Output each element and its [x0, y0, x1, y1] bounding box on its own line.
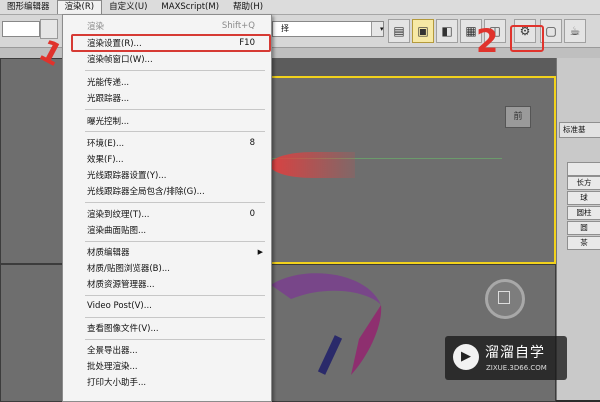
- render-setup-icon-highlight: [510, 25, 544, 52]
- viewport-perspective[interactable]: [270, 264, 556, 402]
- menu-item-material-explorer[interactable]: 材质资源管理器...: [63, 277, 269, 291]
- step-2-annotation: 2: [476, 22, 499, 60]
- menu-separator: [85, 202, 265, 203]
- toolbar-icon-c[interactable]: ◧: [436, 19, 458, 43]
- command-button-circle[interactable]: 圆: [567, 221, 600, 235]
- teapot-icon[interactable]: ☕: [564, 19, 586, 43]
- command-button-1[interactable]: [567, 162, 600, 176]
- menu-item-render-to-texture[interactable]: 渲染到纹理(T)... 0: [63, 207, 269, 221]
- menu-rendering[interactable]: 渲染(R): [56, 0, 103, 14]
- menu-help[interactable]: 帮助(H): [226, 0, 270, 14]
- menu-bar: 图形编辑器 渲染(R) 自定义(U) MAXScript(M) 帮助(H): [0, 0, 600, 15]
- menu-item-view-image-file[interactable]: 查看图像文件(V)...: [63, 321, 269, 335]
- render-setup-highlight: [71, 34, 271, 52]
- viewcube[interactable]: 前: [505, 106, 531, 128]
- watermark-subtitle: ZIXUE.3D66.COM: [486, 364, 547, 372]
- menu-item-batch-render[interactable]: 批处理渲染...: [63, 359, 269, 373]
- menu-item-panorama-exporter[interactable]: 全景导出器...: [63, 343, 269, 357]
- selection-set-value: 择: [281, 24, 289, 33]
- command-button-cylinder[interactable]: 圆柱: [567, 206, 600, 220]
- menu-item-raytracer-global-include[interactable]: 光线跟踪器全局包含/排除(G)...: [63, 184, 269, 198]
- menu-item-exposure-control[interactable]: 曝光控制...: [63, 114, 269, 128]
- menu-item-video-post[interactable]: Video Post(V)...: [63, 299, 269, 313]
- play-logo-icon: ▶: [453, 344, 479, 370]
- menu-item-material-editor[interactable]: 材质编辑器 ▶: [63, 245, 269, 259]
- watermark: ▶ 溜溜自学 ZIXUE.3D66.COM: [445, 336, 567, 380]
- watermark-title: 溜溜自学: [485, 345, 545, 361]
- command-button-sphere[interactable]: 球: [567, 191, 600, 205]
- object-type-dropdown[interactable]: 标准基: [559, 122, 600, 138]
- menu-separator: [85, 317, 265, 318]
- menu-item-environment[interactable]: 环境(E)... 8: [63, 136, 269, 150]
- menu-item-render[interactable]: 渲染 Shift+Q: [63, 19, 269, 33]
- toolbar-icon-b[interactable]: ▣: [412, 19, 434, 43]
- rendering-menu: 渲染 Shift+Q 渲染设置(R)... F10 渲染帧窗口(W)... 光能传递…: [62, 14, 272, 402]
- menu-maxscript[interactable]: MAXScript(M): [154, 0, 226, 14]
- menu-item-material-map-browser[interactable]: 材质/贴图浏览器(B)...: [63, 261, 269, 275]
- navigation-wheel-icon[interactable]: [485, 279, 525, 319]
- render-streak: [270, 152, 355, 178]
- menu-separator: [85, 339, 265, 340]
- toolbar-icon-a[interactable]: ▤: [388, 19, 410, 43]
- menu-separator: [85, 295, 265, 296]
- menu-separator: [85, 109, 265, 110]
- menu-customize[interactable]: 自定义(U): [102, 0, 154, 14]
- menu-separator: [85, 70, 265, 71]
- menu-item-effects[interactable]: 效果(F)...: [63, 152, 269, 166]
- command-button-teapot[interactable]: 茶: [567, 236, 600, 250]
- submenu-arrow-icon: ▶: [257, 248, 263, 256]
- chevron-down-icon[interactable]: ▾: [371, 22, 384, 36]
- menu-item-render-surface-map[interactable]: 渲染曲面贴图...: [63, 223, 269, 237]
- menu-item-light-tracer[interactable]: 光跟踪器...: [63, 91, 269, 105]
- selection-set-combo[interactable]: 择 ▾: [272, 21, 384, 37]
- command-button-box[interactable]: 长方: [567, 176, 600, 190]
- menu-separator: [85, 241, 265, 242]
- menu-item-radiosity[interactable]: 光能传递...: [63, 75, 269, 89]
- menu-item-print-size-assistant[interactable]: 打印大小助手...: [63, 375, 269, 389]
- scythe-model: [271, 273, 382, 375]
- menu-item-rendered-frame-window[interactable]: 渲染帧窗口(W)...: [63, 52, 269, 66]
- menu-graph-editors[interactable]: 图形编辑器: [0, 0, 57, 14]
- menu-item-raytracer-settings[interactable]: 光线跟踪器设置(Y)...: [63, 168, 269, 182]
- toolbar-combo-left[interactable]: [2, 21, 40, 37]
- menu-separator: [85, 131, 265, 132]
